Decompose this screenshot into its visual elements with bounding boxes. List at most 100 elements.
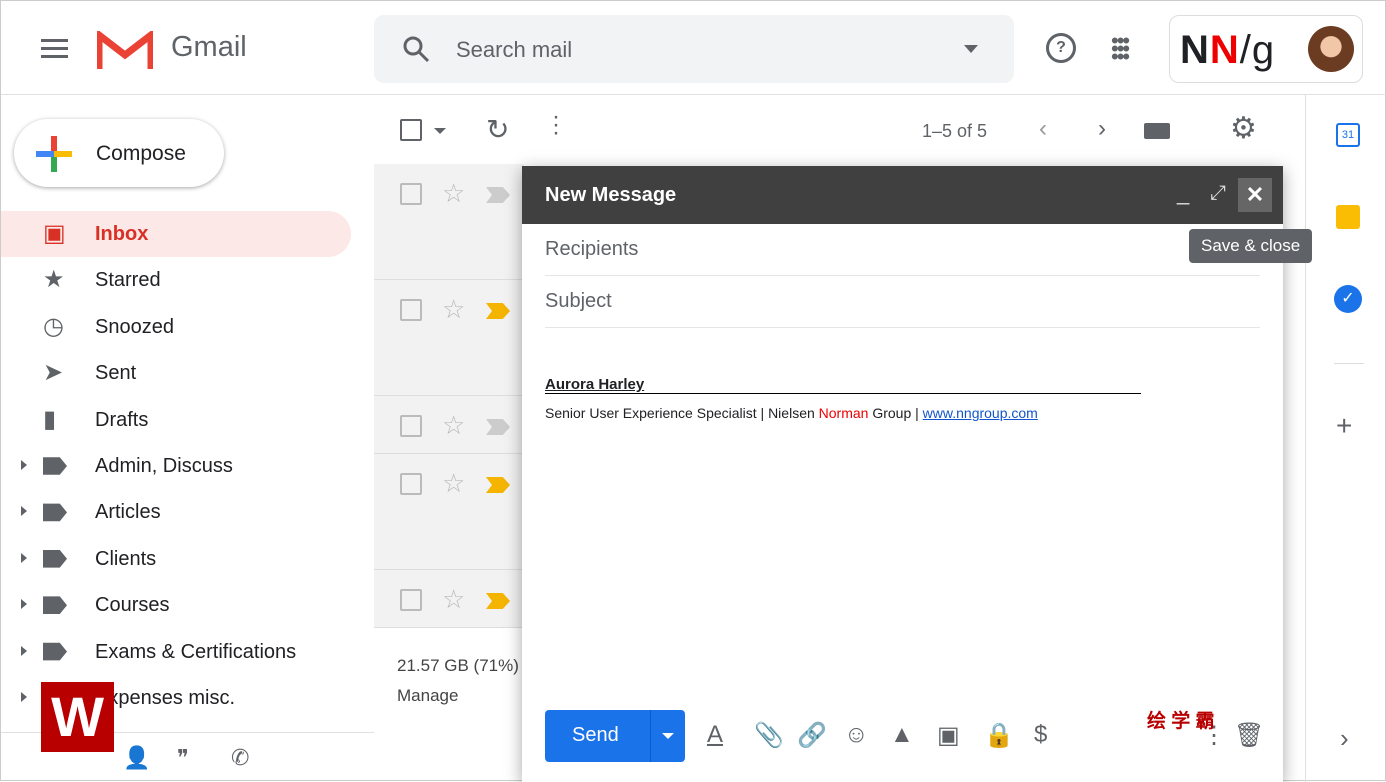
account-button[interactable]: NN/g: [1169, 15, 1363, 83]
sidebar-item-admin-discuss[interactable]: Admin, Discuss: [1, 443, 351, 489]
clock-icon: ◷: [43, 312, 64, 340]
importance-marker-icon[interactable]: [486, 477, 510, 493]
signature-group: Group |: [868, 405, 923, 421]
recipients-input[interactable]: Recipients: [545, 224, 1260, 276]
row-checkbox[interactable]: [400, 415, 422, 437]
email-row[interactable]: ☆: [374, 570, 524, 628]
star-icon: ★: [43, 266, 65, 294]
row-checkbox[interactable]: [400, 589, 422, 611]
email-row[interactable]: ☆: [374, 396, 524, 454]
sidebar-item-label: Expenses misc.: [95, 687, 236, 709]
importance-marker-icon[interactable]: [486, 187, 510, 203]
expand-icon[interactable]: [21, 599, 27, 610]
expand-icon[interactable]: [21, 645, 27, 656]
minimize-icon[interactable]: _: [1177, 180, 1189, 206]
next-page-icon[interactable]: ›: [1098, 115, 1106, 143]
fullscreen-icon[interactable]: ⤢: [1210, 182, 1226, 205]
email-row[interactable]: ☆: [374, 164, 524, 280]
search-input[interactable]: Search mail: [456, 37, 572, 63]
signature-name[interactable]: Aurora Harley: [545, 376, 1141, 394]
sidebar-item-label: Courses: [95, 594, 170, 617]
gmail-logo-icon: [97, 31, 153, 69]
confidential-icon[interactable]: 🔒: [984, 721, 1014, 750]
send-button[interactable]: Send: [545, 710, 685, 762]
sidebar-item-sent[interactable]: ➤ Sent: [1, 350, 351, 396]
sidebar-item-label: Admin, Discuss: [95, 455, 233, 477]
signature-line[interactable]: Senior User Experience Specialist | Niel…: [545, 405, 1038, 421]
row-checkbox[interactable]: [400, 299, 422, 321]
attach-icon[interactable]: 📎: [754, 721, 784, 750]
subject-input[interactable]: Subject: [545, 276, 1260, 328]
signature-title: Senior User Experience Specialist | Niel…: [545, 405, 819, 421]
phone-icon[interactable]: ✆: [231, 745, 249, 771]
add-addon-icon[interactable]: +: [1336, 410, 1352, 442]
draft-icon: ▮: [43, 405, 57, 433]
label-icon: [43, 642, 67, 661]
tasks-icon[interactable]: ✓: [1334, 285, 1362, 313]
sidebar-item-articles[interactable]: Articles: [1, 489, 351, 535]
calendar-icon[interactable]: 31: [1336, 123, 1360, 147]
expand-icon[interactable]: [21, 552, 27, 563]
select-dropdown-icon[interactable]: [434, 128, 446, 134]
expand-icon[interactable]: [21, 692, 27, 702]
email-row[interactable]: ☆: [374, 454, 524, 570]
keyboard-icon[interactable]: [1144, 123, 1170, 139]
importance-marker-icon[interactable]: [486, 303, 510, 319]
refresh-icon[interactable]: ↻: [486, 113, 509, 146]
importance-marker-icon[interactable]: [486, 593, 510, 609]
row-checkbox[interactable]: [400, 183, 422, 205]
photo-icon[interactable]: ▣: [937, 721, 960, 750]
help-icon[interactable]: ?: [1046, 33, 1076, 63]
compose-window: New Message _ ⤢ ✕ Recipients Subject Aur…: [522, 166, 1283, 782]
hangouts-icon[interactable]: ❞: [177, 745, 189, 771]
search-options-icon[interactable]: [964, 45, 978, 53]
select-all-checkbox[interactable]: [400, 119, 422, 141]
sidebar-item-courses[interactable]: Courses: [1, 582, 351, 628]
send-options-icon[interactable]: [662, 733, 674, 739]
sidebar-item-inbox[interactable]: ▣ Inbox: [1, 211, 351, 257]
sidebar-item-exams-certifications[interactable]: Exams & Certifications: [1, 629, 351, 675]
formatting-icon[interactable]: A: [707, 721, 723, 749]
link-icon[interactable]: 🔗: [797, 721, 827, 750]
expand-icon[interactable]: [21, 460, 27, 470]
expand-icon[interactable]: [21, 506, 27, 517]
signature-link[interactable]: www.nngroup.com: [923, 405, 1038, 421]
star-icon[interactable]: ☆: [442, 584, 465, 615]
apps-grid-icon[interactable]: ••• ••• •••: [1111, 30, 1130, 68]
expand-panel-icon[interactable]: ›: [1340, 723, 1349, 754]
star-icon[interactable]: ☆: [442, 410, 465, 441]
label-icon: [43, 457, 67, 475]
side-panel: 31 ✓ + ›: [1305, 95, 1386, 782]
importance-marker-icon[interactable]: [486, 419, 510, 435]
drive-icon[interactable]: ▲: [890, 721, 914, 749]
close-icon[interactable]: ✕: [1238, 178, 1272, 212]
star-icon[interactable]: ☆: [442, 294, 465, 325]
label-icon: [43, 596, 67, 614]
more-icon[interactable]: · · ·: [552, 105, 560, 145]
manage-storage-link[interactable]: Manage: [397, 686, 458, 706]
sidebar-item-starred[interactable]: ★ Starred: [1, 257, 351, 303]
money-icon[interactable]: $: [1034, 721, 1047, 749]
sidebar-item-drafts[interactable]: ▮ Drafts: [1, 397, 351, 443]
compose-button[interactable]: Compose: [14, 119, 224, 187]
sidebar-item-label: Sent: [95, 362, 137, 385]
contacts-icon[interactable]: 👤: [123, 745, 150, 771]
avatar[interactable]: [1308, 26, 1354, 72]
star-icon[interactable]: ☆: [442, 468, 465, 499]
discard-icon[interactable]: 🗑: [1234, 721, 1264, 750]
search-bar[interactable]: Search mail: [374, 15, 1014, 83]
sidebar-item-snoozed[interactable]: ◷ Snoozed: [1, 304, 351, 350]
sidebar-item-label: Exams & Certifications: [95, 640, 297, 663]
prev-page-icon[interactable]: ‹: [1039, 115, 1047, 143]
star-icon[interactable]: ☆: [442, 178, 465, 209]
sidebar-item-label: Clients: [95, 547, 157, 570]
sidebar-item-clients[interactable]: Clients: [1, 536, 351, 582]
settings-gear-icon[interactable]: ⚙: [1230, 111, 1257, 146]
divider: [1334, 363, 1364, 364]
keep-icon[interactable]: [1336, 205, 1360, 229]
sidebar-item-label: Snoozed: [95, 315, 174, 338]
main-menu-button[interactable]: [41, 39, 68, 63]
row-checkbox[interactable]: [400, 473, 422, 495]
email-row[interactable]: ☆: [374, 280, 524, 396]
emoji-icon[interactable]: ☺: [844, 721, 869, 749]
